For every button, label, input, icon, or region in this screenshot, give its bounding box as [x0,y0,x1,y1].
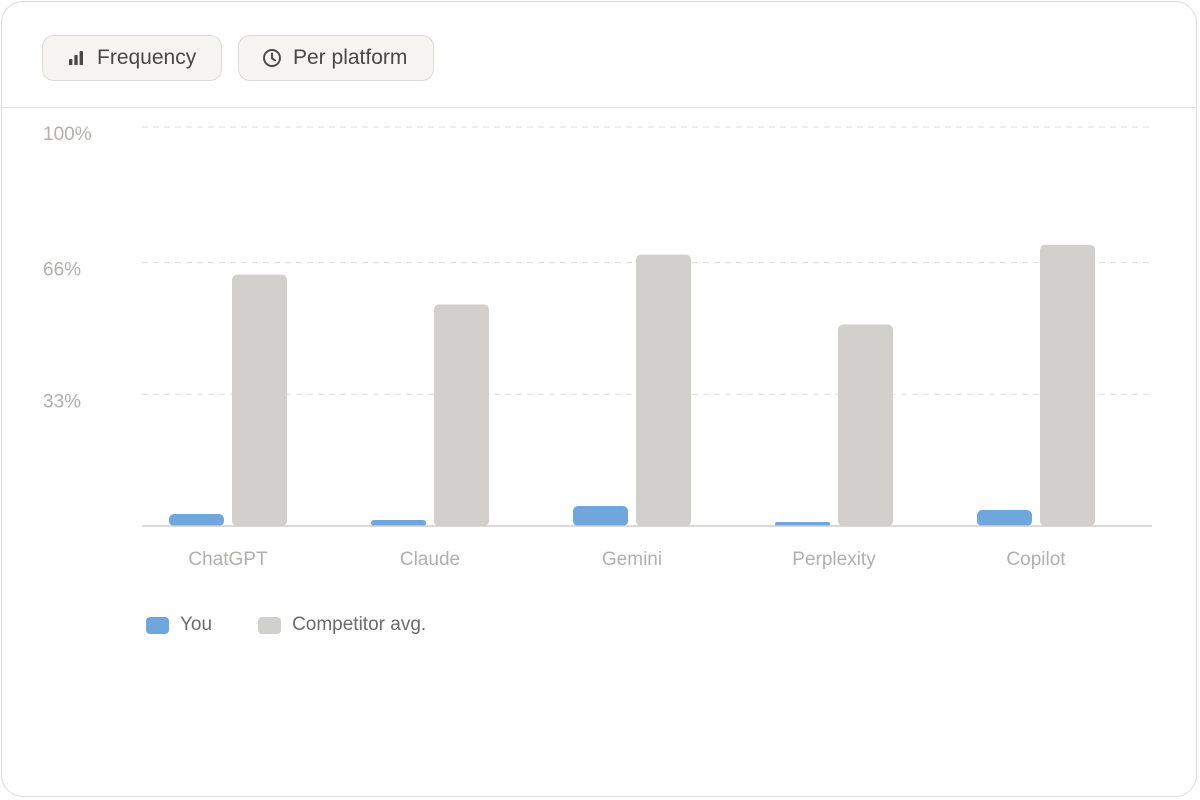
bar-chart: 100% 66% 33% ChatGPT Claude Gemini Perplexity… [43,124,1152,570]
bar-competitor [1040,244,1095,526]
y-tick-label: 66% [43,260,81,281]
bar-you [169,514,224,526]
legend-item-you: You [146,614,212,636]
chart-card: Frequency Per platform 100% 66% 33% ChatGP… [1,1,1197,797]
x-axis-labels: ChatGPT Claude Gemini Perplexity Copilot [188,549,1066,570]
x-tick-label: Claude [400,549,460,570]
legend-swatch-competitor [258,616,282,634]
x-tick-label: Copilot [1006,549,1066,570]
chart-area: 100% 66% 33% ChatGPT Claude Gemini Perplexity… [2,107,1196,796]
x-tick-label: Perplexity [792,549,876,570]
bar-you [371,520,426,526]
bar-you [573,506,628,526]
clock-icon [261,47,283,69]
x-tick-label: ChatGPT [188,549,268,570]
bars [169,244,1095,526]
per-platform-button[interactable]: Per platform [238,35,434,81]
legend-item-competitor: Competitor avg. [258,614,426,636]
toolbar: Frequency Per platform [2,2,1196,108]
bar-chart-icon [65,47,87,69]
bar-competitor [636,254,691,526]
y-axis-ticks: 100% 66% 33% [43,124,92,412]
legend-swatch-you [146,616,169,634]
bar-you [977,510,1032,526]
per-platform-label: Per platform [293,46,408,69]
bar-competitor [434,304,489,526]
legend-label-you: You [180,614,213,635]
frequency-button[interactable]: Frequency [42,35,222,81]
bar-competitor [838,324,893,526]
x-tick-label: Gemini [602,549,662,570]
bar-competitor [232,274,287,526]
y-tick-label: 33% [43,391,81,412]
frequency-label: Frequency [97,46,197,69]
y-tick-label: 100% [43,124,92,145]
legend: You Competitor avg. [146,614,472,636]
legend-label-competitor: Competitor avg. [292,614,427,635]
